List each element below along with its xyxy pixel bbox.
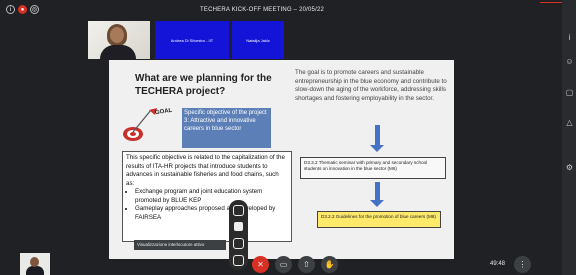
microphone-off-button[interactable]: ✕ [252,256,269,273]
objective-box: Specific objective of the project 3: Att… [182,108,271,148]
list-item: Exchange program and joint education sys… [135,188,288,205]
presentation-slide: What are we planning for the TECHERA pro… [109,60,454,259]
tiled-layout-icon[interactable] [233,255,244,266]
layout-tooltip: Visualizzazione interlocutore attivo [134,240,226,250]
spec-intro: This specific objective is related to th… [126,154,285,187]
camera-button[interactable]: ▭ [275,256,292,273]
call-timer: 49:48 [490,261,506,267]
specific-objective-box: This specific objective is related to th… [122,151,292,242]
goal-description: The goal is to promote careers and susta… [295,69,447,102]
activities-icon[interactable]: △ [565,118,574,127]
settings-icon[interactable]: ⚙ [565,163,574,172]
spec-bullet-list: Exchange program and joint education sys… [135,188,288,222]
top-bar: i ● ◎ TECHERA KICK-OFF MEETING – 20/05/2… [0,0,576,22]
down-arrow-icon [370,182,384,207]
participant-video-tile[interactable] [88,21,150,59]
participant-tile[interactable]: Andrea Di Silvestro - IIT [155,21,229,59]
meeting-title: TECHERA KICK-OFF MEETING – 20/05/22 [200,7,325,13]
participant-name: Natalija Jaklc [246,37,270,43]
participant-tile[interactable]: Natalija Jaklc [232,21,284,59]
participant-name: Andrea Di Silvestro - IIT [170,37,214,43]
spotlight-layout-icon[interactable] [234,222,243,231]
layout-toolbar [229,200,248,270]
present-button[interactable]: ⇧ [298,256,315,273]
recording-icon: ● [18,5,27,14]
sidebar-layout-icon[interactable] [233,238,244,249]
more-options-button[interactable]: ⋮ [514,256,531,273]
list-item: Gameplay approaches proposed and develop… [135,205,288,222]
deliverable-box-highlighted: D3.2.2 Guidelines for the promotion of b… [317,211,441,228]
self-view-thumbnail[interactable] [20,253,50,275]
captions-icon[interactable]: ◎ [30,5,39,14]
slide-title: What are we planning for the TECHERA pro… [135,73,272,97]
deliverable-box: D3.3.2 Thematic seminar with primary and… [300,157,446,179]
raise-hand-button[interactable]: ✋ [321,256,338,273]
status-icons: i ● ◎ [6,5,39,14]
grid-layout-icon[interactable] [233,205,244,216]
info-icon[interactable]: i [565,33,574,42]
down-arrow-icon [370,125,384,152]
right-rail: i ☺ ▢ △ ⚙ [562,0,576,275]
chat-icon[interactable]: ▢ [565,88,574,97]
people-icon[interactable]: ☺ [565,57,574,66]
info-icon[interactable]: i [6,5,15,14]
